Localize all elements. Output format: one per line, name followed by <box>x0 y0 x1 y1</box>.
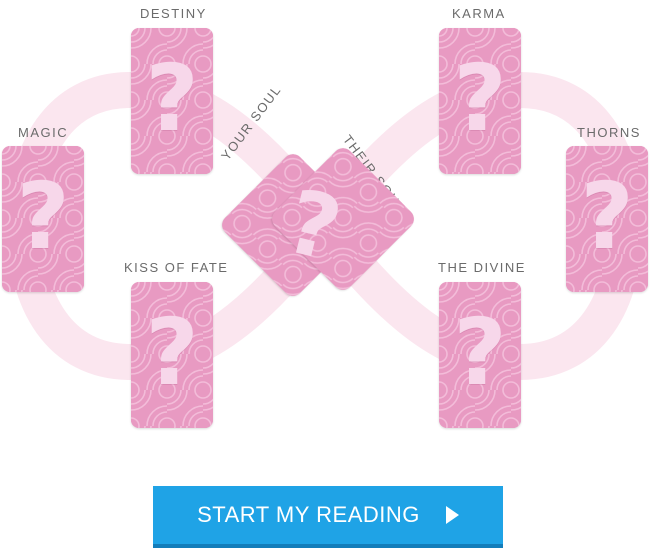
label-thorns: THORNS <box>577 125 641 140</box>
card-kiss-of-fate[interactable]: ? <box>131 282 213 428</box>
label-magic: MAGIC <box>18 125 69 140</box>
question-mark-icon: ? <box>16 163 70 271</box>
question-mark-icon: ? <box>453 299 507 407</box>
label-the-divine: THE DIVINE <box>438 260 526 275</box>
start-reading-button[interactable]: START MY READING <box>153 486 503 548</box>
label-karma: KARMA <box>452 6 506 21</box>
question-mark-icon: ? <box>580 163 634 271</box>
card-karma[interactable]: ? <box>439 28 521 174</box>
label-destiny: DESTINY <box>140 6 207 21</box>
card-the-divine[interactable]: ? <box>439 282 521 428</box>
start-reading-label: START MY READING <box>197 502 420 527</box>
card-magic[interactable]: ? <box>2 146 84 292</box>
question-mark-icon: ? <box>145 299 199 407</box>
question-mark-icon: ? <box>453 45 507 153</box>
play-arrow-icon <box>445 506 459 524</box>
label-kiss-of-fate: KISS OF FATE <box>124 260 229 275</box>
card-thorns[interactable]: ? <box>566 146 648 292</box>
card-destiny[interactable]: ? <box>131 28 213 174</box>
question-mark-icon: ? <box>145 45 199 153</box>
